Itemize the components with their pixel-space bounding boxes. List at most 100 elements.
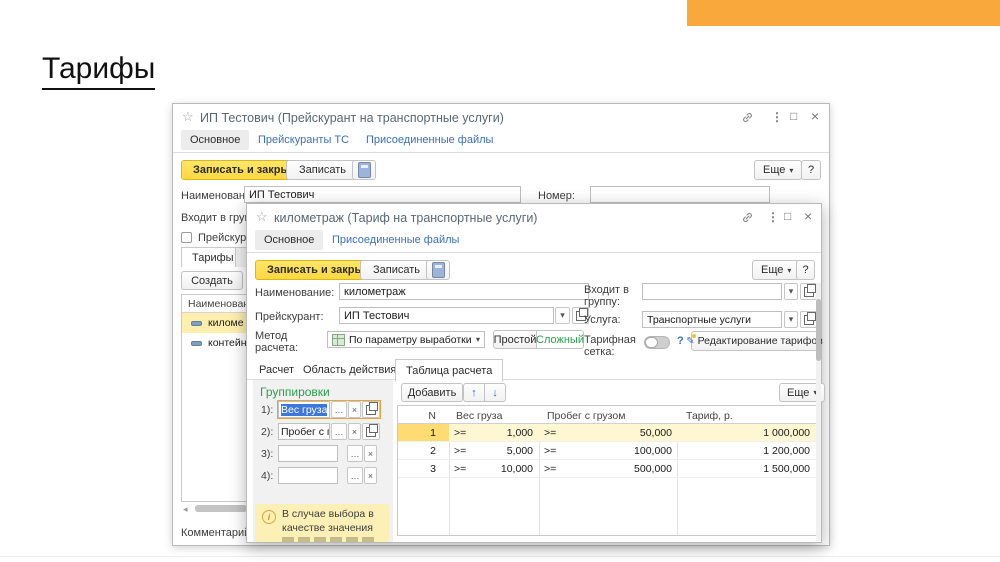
tab-main[interactable]: Основное bbox=[181, 130, 249, 150]
add-row-button[interactable]: Добавить bbox=[401, 383, 463, 402]
vertical-scrollbar[interactable] bbox=[816, 283, 821, 541]
mode-complex-button[interactable]: Сложный bbox=[536, 330, 584, 349]
pricelist-checkbox[interactable] bbox=[181, 232, 192, 243]
tab-attached-files[interactable]: Присоединенные файлы bbox=[366, 130, 493, 150]
grouping-open-button[interactable] bbox=[362, 423, 380, 440]
name-label: Наименование: bbox=[255, 287, 334, 299]
grouping-open-button[interactable] bbox=[362, 401, 380, 418]
number-input[interactable] bbox=[590, 186, 770, 203]
grouping-clear-button[interactable]: × bbox=[348, 423, 361, 440]
tab-calc-table[interactable]: Таблица расчета bbox=[395, 359, 503, 382]
grouping-clear-button[interactable]: × bbox=[348, 401, 361, 418]
group-input[interactable] bbox=[642, 283, 782, 300]
open-in-window-icon bbox=[366, 427, 376, 437]
group-open-button[interactable] bbox=[800, 283, 817, 300]
cell-tariff: 1 000,000 bbox=[677, 427, 810, 439]
favorite-star-icon[interactable]: ☆ bbox=[182, 109, 194, 125]
grouping-row-1: 1): Вес груза … × bbox=[261, 401, 391, 419]
name-input[interactable]: километраж bbox=[339, 283, 589, 300]
service-input[interactable]: Транспортные услуги bbox=[642, 311, 782, 328]
method-label-2: расчета: bbox=[255, 342, 298, 354]
service-dropdown-button[interactable]: ▾ bbox=[784, 311, 798, 328]
info-box: i В случае выбора в качестве значения bbox=[255, 504, 389, 542]
help-button[interactable]: ? bbox=[801, 160, 821, 180]
grouping-select-button[interactable]: … bbox=[347, 445, 363, 462]
create-button[interactable]: Создать bbox=[181, 271, 243, 290]
grouping-input[interactable] bbox=[278, 467, 338, 484]
table-row[interactable]: 3 >= 10,000 >= 500,000 1 500,000 bbox=[398, 460, 816, 478]
table-row[interactable]: 1 >= 1,000 >= 50,000 1 000,000 bbox=[398, 424, 816, 442]
close-icon[interactable]: × bbox=[804, 210, 812, 222]
name-input[interactable]: ИП Тестович bbox=[244, 186, 521, 203]
horizontal-scrollbar[interactable] bbox=[195, 505, 247, 512]
tabbar-divider bbox=[247, 252, 821, 253]
maximize-icon[interactable]: □ bbox=[784, 210, 791, 222]
favorite-star-icon[interactable]: ☆ bbox=[256, 209, 268, 225]
calc-table: N Вес груза Пробег с грузом Тариф, р. 1 … bbox=[397, 405, 817, 536]
grouping-input[interactable] bbox=[278, 445, 338, 462]
grouping-input[interactable]: Пробег с груз bbox=[278, 423, 330, 440]
tab-attached-files[interactable]: Присоединенные файлы bbox=[332, 230, 459, 250]
menu-icon[interactable]: ⋮ bbox=[771, 111, 783, 123]
grouping-index: 3): bbox=[261, 448, 273, 460]
close-icon[interactable]: × bbox=[811, 110, 819, 122]
service-open-button[interactable] bbox=[800, 311, 817, 328]
tariff-item-icon bbox=[191, 321, 202, 326]
pricelist-input[interactable]: ИП Тестович bbox=[339, 307, 554, 324]
more-button[interactable]: Еще▾ bbox=[752, 260, 800, 280]
edit-tariffs-button[interactable]: ✎ Редактирование тарифов bbox=[691, 331, 818, 351]
more-button[interactable]: Еще▾ bbox=[754, 160, 802, 180]
info-text-clipped bbox=[282, 537, 374, 542]
grouping-clear-button[interactable]: × bbox=[364, 445, 377, 462]
window-title: ИП Тестович (Прейскурант на транспортные… bbox=[200, 111, 504, 125]
col-tariff: Тариф, р. bbox=[686, 410, 733, 422]
open-in-window-icon bbox=[804, 315, 814, 325]
groupings-panel: Группировки 1): Вес груза … × 2): Пробег… bbox=[253, 380, 393, 542]
list-item-label: контейн bbox=[208, 337, 247, 349]
move-up-button[interactable]: ↑ bbox=[463, 383, 485, 402]
post-document-button[interactable] bbox=[426, 260, 450, 280]
chevron-down-icon: ▾ bbox=[789, 314, 794, 325]
groupings-title: Группировки bbox=[260, 385, 330, 399]
cell-weight-val: 10,000 bbox=[449, 463, 533, 475]
tab-calculation[interactable]: Расчет bbox=[259, 360, 294, 380]
save-button[interactable]: Записать bbox=[360, 260, 433, 280]
link-icon[interactable] bbox=[741, 111, 754, 126]
calculator-icon bbox=[432, 262, 445, 278]
mode-simple-button[interactable]: Простой bbox=[493, 330, 537, 349]
grouping-clear-button[interactable]: × bbox=[364, 467, 377, 484]
vertical-scrollbar-thumb[interactable] bbox=[816, 299, 821, 361]
info-text-line1: В случае выбора в bbox=[282, 508, 374, 520]
method-combo[interactable]: По параметру выработки ▾ bbox=[327, 331, 485, 348]
pricelist-dropdown-button[interactable]: ▾ bbox=[555, 307, 570, 324]
tab-pricelists-ts[interactable]: Прейскуранты ТС bbox=[258, 130, 349, 150]
grouping-input[interactable]: Вес груза bbox=[278, 401, 330, 418]
table-row[interactable]: 2 >= 5,000 >= 100,000 1 200,000 bbox=[398, 442, 816, 460]
slide-bottom-edge bbox=[0, 556, 1000, 557]
number-label: Номер: bbox=[538, 190, 575, 202]
grid-label: Тарифная bbox=[584, 334, 636, 346]
save-button[interactable]: Записать bbox=[286, 160, 359, 180]
scroll-left-icon[interactable]: ◂ bbox=[183, 503, 188, 515]
group-label: Входит в bbox=[584, 284, 629, 296]
post-document-button[interactable] bbox=[352, 160, 376, 180]
chevron-down-icon: ▾ bbox=[789, 166, 793, 175]
grouping-row-2: 2): Пробег с груз … × bbox=[261, 423, 391, 441]
pricelist-label: Прейскурант: bbox=[255, 311, 324, 323]
col-n: N bbox=[398, 410, 436, 422]
group-dropdown-button[interactable]: ▾ bbox=[784, 283, 798, 300]
grouping-select-button[interactable]: … bbox=[347, 467, 363, 484]
table-icon bbox=[332, 334, 345, 346]
maximize-icon[interactable]: □ bbox=[790, 110, 797, 122]
tab-main[interactable]: Основное bbox=[255, 230, 323, 250]
grid-toggle[interactable] bbox=[644, 336, 670, 349]
grid-help-link[interactable]: ? bbox=[677, 335, 684, 347]
grouping-select-button[interactable]: … bbox=[331, 423, 347, 440]
tab-scope[interactable]: Область действия bbox=[303, 360, 396, 380]
move-down-button[interactable]: ↓ bbox=[484, 383, 506, 402]
link-icon[interactable] bbox=[741, 211, 754, 226]
grouping-select-button[interactable]: … bbox=[331, 401, 347, 418]
menu-icon[interactable]: ⋮ bbox=[767, 211, 779, 223]
table-header[interactable]: N Вес груза Пробег с грузом Тариф, р. bbox=[398, 406, 816, 424]
help-button[interactable]: ? bbox=[796, 260, 815, 280]
